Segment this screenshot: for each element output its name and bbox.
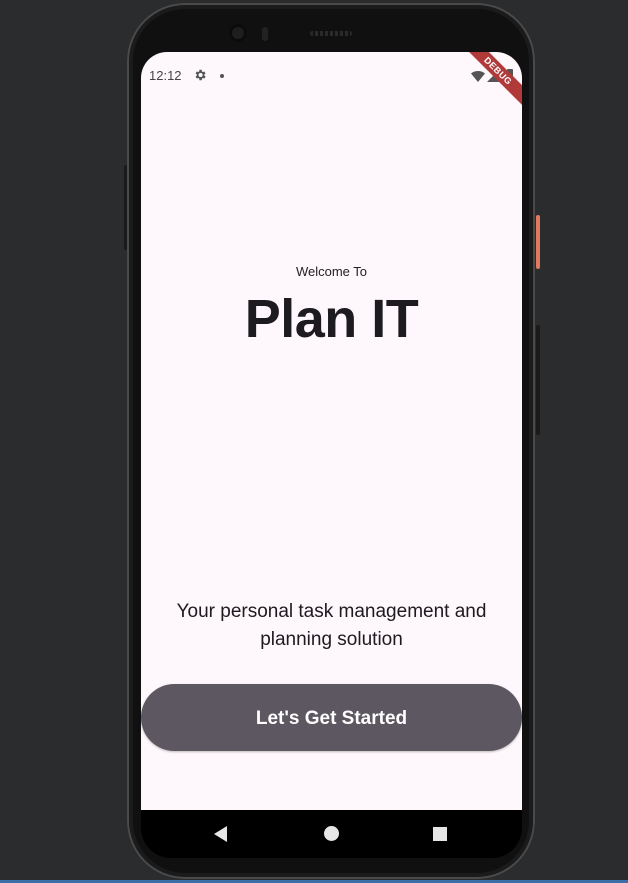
phone-screen: 12:12 DEBUG Welcome To Plan IT Your pers… (141, 52, 522, 810)
welcome-subtitle: Welcome To (295, 264, 368, 279)
home-icon[interactable] (324, 826, 339, 841)
gear-icon (195, 69, 206, 81)
back-icon[interactable] (214, 826, 227, 842)
get-started-button[interactable]: Let's Get Started (141, 684, 522, 751)
proximity-sensor (262, 27, 268, 41)
recents-icon[interactable] (433, 827, 447, 841)
app-tagline: Your personal task management and planni… (176, 601, 487, 650)
status-bar: 12:12 DEBUG (141, 52, 522, 112)
emulator-stage: 12:12 DEBUG Welcome To Plan IT Your pers… (0, 0, 628, 883)
earpiece-speaker (310, 31, 352, 36)
status-time: 12:12 (149, 68, 182, 83)
volume-button[interactable] (536, 325, 540, 435)
front-camera (229, 24, 247, 42)
notification-dot-icon (220, 74, 224, 78)
app-title: Plan IT (244, 289, 419, 349)
power-button[interactable] (536, 215, 540, 269)
navigation-bar (141, 810, 522, 858)
wifi-icon (471, 70, 485, 82)
